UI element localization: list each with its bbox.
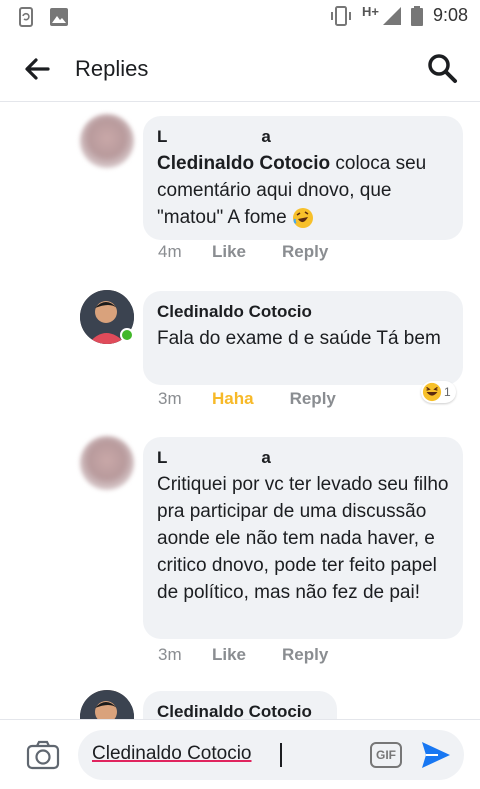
battery-icon [410, 5, 423, 26]
network-type: H+ [361, 4, 379, 19]
online-status-indicator [120, 328, 134, 342]
haha-reaction-button[interactable]: Haha [212, 389, 254, 409]
text-caret [280, 743, 282, 767]
camera-icon[interactable] [26, 738, 60, 772]
comment-time: 4m [158, 242, 182, 261]
comment-text: Cledinaldo Cotocio coloca seu comentário… [157, 153, 427, 228]
gif-button[interactable]: GIF [370, 742, 402, 768]
comment-time: 3m [158, 645, 182, 664]
reply-button[interactable]: Reply [290, 389, 336, 409]
avatar[interactable] [80, 114, 134, 168]
rolling-on-floor-laughing-emoji-icon [292, 207, 313, 228]
like-button[interactable]: Like [212, 645, 246, 665]
reply-button[interactable]: Reply [282, 645, 328, 665]
comment-text: Critiquei por vc ter levado seu filho pr… [157, 474, 449, 603]
comment-actions: 3m Like Reply [158, 645, 364, 665]
search-icon[interactable] [426, 52, 458, 84]
comment-bubble: Cledinaldo Cotocio [143, 691, 337, 719]
back-arrow-icon[interactable] [22, 54, 52, 84]
profile-photo [80, 690, 134, 719]
comment-bubble: La Cledinaldo Cotocio coloca seu comentá… [143, 116, 463, 240]
avatar[interactable] [80, 436, 134, 490]
comment-bubble: Cledinaldo Cotocio Fala do exame d e saú… [143, 291, 463, 385]
clock: 9:08 [432, 5, 468, 25]
reaction-summary[interactable]: 1 [421, 381, 456, 403]
comment-time: 3m [158, 389, 182, 408]
comment-bubble: La Critiquei por vc ter levado seu filho… [143, 437, 463, 639]
status-bar: H+ 9:08 [0, 0, 480, 34]
comment-actions: 3m Haha Reply [158, 389, 372, 409]
like-button[interactable]: Like [212, 242, 246, 262]
comment-author[interactable]: Cledinaldo Cotocio [157, 301, 449, 323]
mention-link[interactable]: Cledinaldo Cotocio [157, 153, 330, 174]
reply-input-value: Cledinaldo Cotocio [92, 743, 252, 764]
send-icon[interactable] [420, 740, 452, 770]
comment-author[interactable]: La [157, 447, 449, 469]
comment-author[interactable]: La [157, 126, 449, 148]
phone-sync-icon [19, 7, 33, 27]
avatar[interactable] [80, 690, 134, 719]
reply-input[interactable]: Cledinaldo Cotocio GIF [78, 730, 464, 780]
comment-author[interactable]: Cledinaldo Cotocio [157, 701, 323, 719]
reply-button[interactable]: Reply [282, 242, 328, 262]
comment-text: Fala do exame d e saúde Tá bem [157, 328, 441, 349]
image-icon [50, 8, 68, 26]
reaction-count: 1 [444, 385, 451, 399]
app-bar: Replies [0, 34, 480, 102]
signal-icon [382, 6, 401, 25]
comment-actions: 4m Like Reply [158, 242, 364, 262]
vibrate-icon [330, 5, 351, 26]
reply-composer: Cledinaldo Cotocio GIF [0, 719, 480, 789]
haha-reaction-icon [422, 382, 442, 402]
page-title: Replies [75, 56, 149, 81]
